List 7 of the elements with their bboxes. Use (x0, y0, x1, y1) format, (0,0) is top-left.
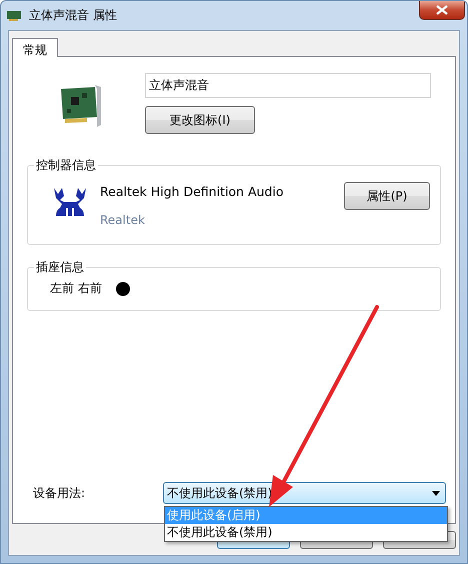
jack-label: 左前 右前 (50, 280, 102, 297)
usage-label: 设备用法: (33, 484, 86, 502)
controller-name: Realtek High Definition Audio (100, 184, 284, 199)
window-title: 立体声混音 属性 (29, 7, 117, 24)
vendor-name: Realtek (100, 213, 146, 227)
group-title: 插座信息 (35, 259, 85, 276)
group-title: 控制器信息 (35, 157, 97, 174)
